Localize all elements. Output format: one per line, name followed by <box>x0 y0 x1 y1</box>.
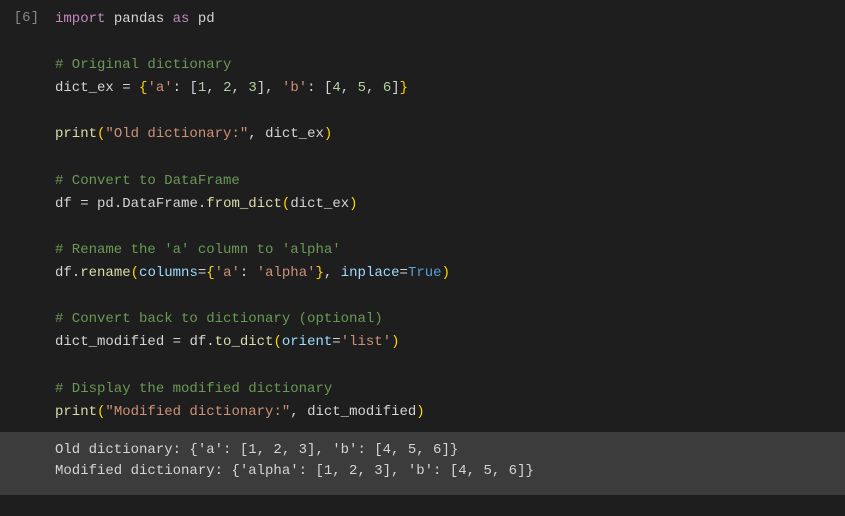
code-line: # Original dictionary <box>55 54 829 77</box>
code-line: # Convert back to dictionary (optional) <box>55 308 829 331</box>
code-line: df = pd.DataFrame.from_dict(dict_ex) <box>55 193 829 216</box>
code-line: import pandas as pd <box>55 8 829 31</box>
code-line: print("Old dictionary:", dict_ex) <box>55 123 829 146</box>
code-line: df.rename(columns={'a': 'alpha'}, inplac… <box>55 262 829 285</box>
cell-prompt: [6] <box>0 8 55 424</box>
code-line: # Display the modified dictionary <box>55 378 829 401</box>
output-section: Old dictionary: {'a': [1, 2, 3], 'b': [4… <box>0 432 845 495</box>
output-line: Old dictionary: {'a': [1, 2, 3], 'b': [4… <box>55 440 845 462</box>
output-line: Modified dictionary: {'alpha': [1, 2, 3]… <box>55 461 845 483</box>
code-line-blank <box>55 216 829 239</box>
output-content: Old dictionary: {'a': [1, 2, 3], 'b': [4… <box>0 440 845 483</box>
code-line: # Rename the 'a' column to 'alpha' <box>55 239 829 262</box>
code-line: # Convert to DataFrame <box>55 170 829 193</box>
code-line-blank <box>55 31 829 54</box>
notebook-cell: [6] import pandas as pd # Original dicti… <box>0 0 845 424</box>
code-line: dict_ex = {'a': [1, 2, 3], 'b': [4, 5, 6… <box>55 77 829 100</box>
code-content[interactable]: import pandas as pd # Original dictionar… <box>55 8 845 424</box>
code-line-blank <box>55 147 829 170</box>
code-line-blank <box>55 100 829 123</box>
code-line: print("Modified dictionary:", dict_modif… <box>55 401 829 424</box>
code-line-blank <box>55 285 829 308</box>
code-line: dict_modified = df.to_dict(orient='list'… <box>55 331 829 354</box>
code-line-blank <box>55 354 829 377</box>
